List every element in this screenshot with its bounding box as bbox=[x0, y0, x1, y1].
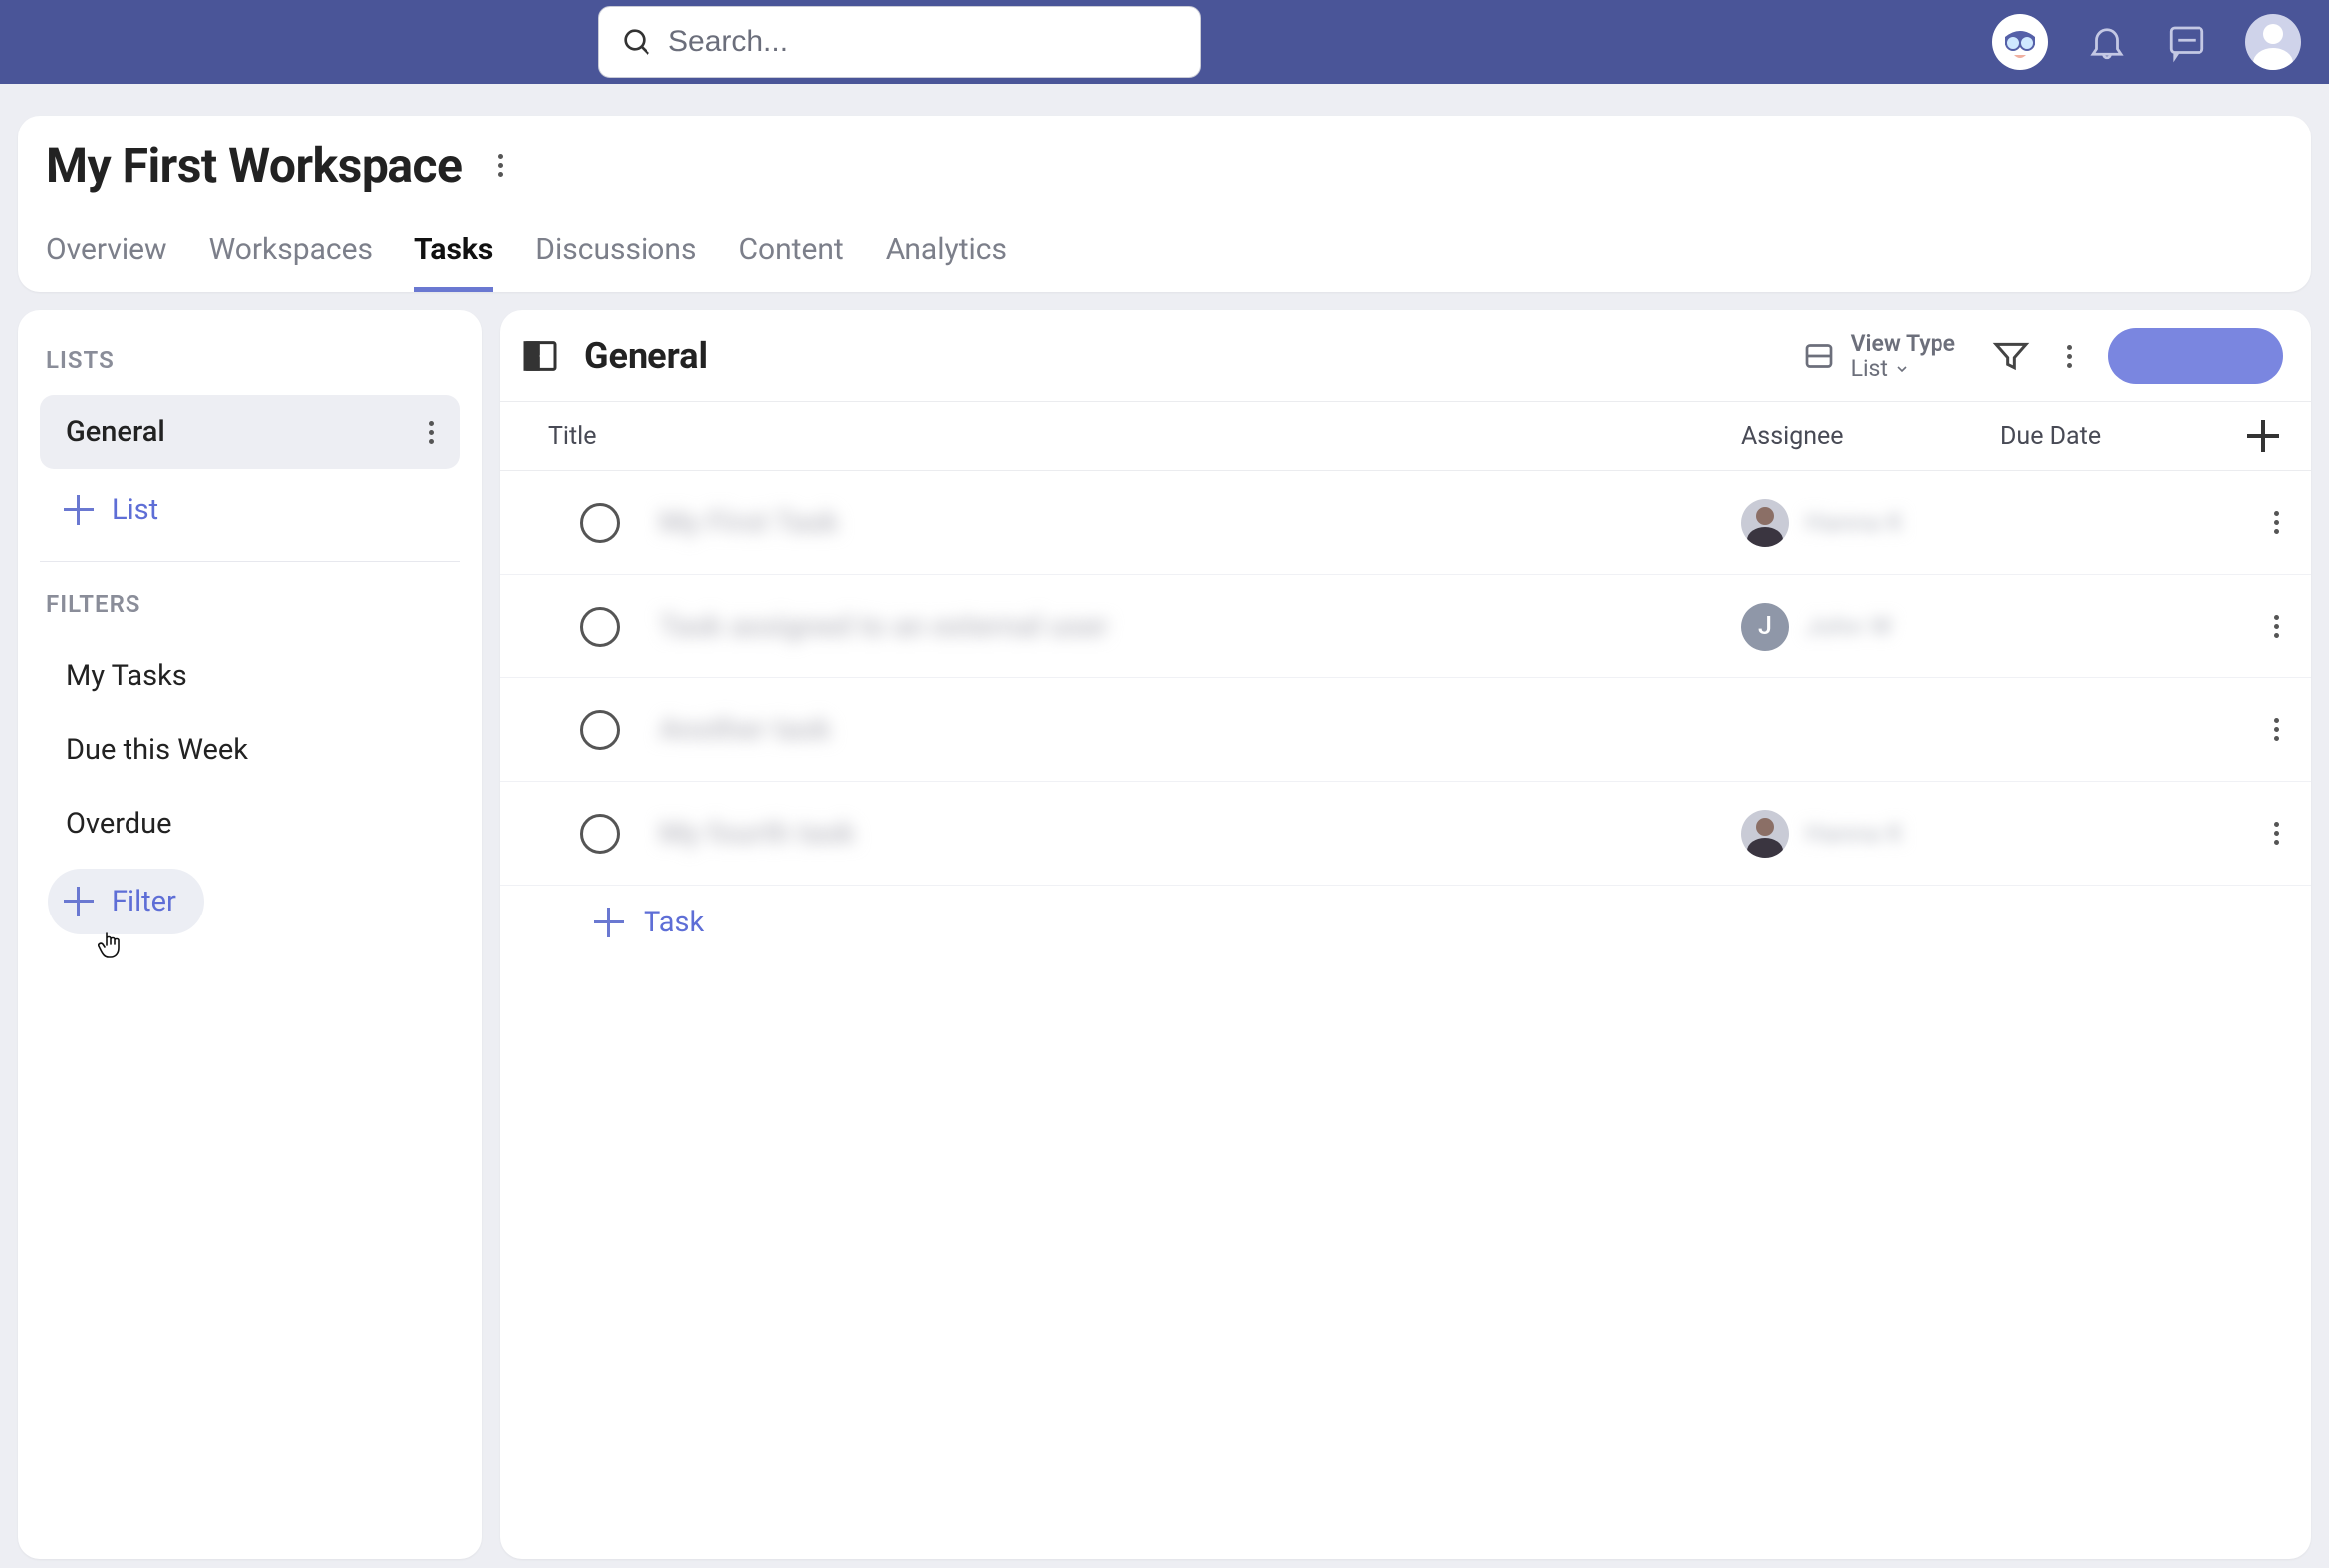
workspace-menu-button[interactable] bbox=[498, 154, 503, 177]
task-table-header: Title Assignee Due Date bbox=[500, 401, 2311, 471]
task-checkbox[interactable] bbox=[580, 607, 620, 647]
list-view-icon bbox=[1801, 338, 1837, 374]
cursor-pointer-icon bbox=[98, 930, 460, 962]
assistant-avatar[interactable] bbox=[1992, 14, 2048, 70]
task-checkbox[interactable] bbox=[580, 710, 620, 750]
plus-icon bbox=[594, 908, 624, 937]
task-row-menu-button[interactable] bbox=[2274, 511, 2279, 534]
assignee-name: Hanna K bbox=[1805, 508, 1903, 538]
column-due-date[interactable]: Due Date bbox=[2000, 422, 2219, 451]
assignee-avatar: J bbox=[1741, 603, 1789, 651]
sidebar-divider bbox=[40, 561, 460, 562]
add-task-label: Task bbox=[644, 906, 704, 939]
add-list-label: List bbox=[112, 493, 158, 527]
task-row[interactable]: My First Task Hanna K bbox=[500, 471, 2311, 575]
filter-icon[interactable] bbox=[1991, 336, 2031, 376]
sidebar-filter-overdue[interactable]: Overdue bbox=[40, 787, 460, 861]
bell-icon[interactable] bbox=[2086, 21, 2128, 63]
user-avatar[interactable] bbox=[2245, 14, 2301, 70]
chevron-down-icon bbox=[1894, 361, 1910, 377]
content-title: General bbox=[584, 335, 708, 377]
add-column-button[interactable] bbox=[2219, 420, 2279, 452]
plus-icon bbox=[64, 495, 94, 525]
sidebar-list-general[interactable]: General bbox=[40, 395, 460, 469]
plus-icon bbox=[2247, 420, 2279, 452]
tab-analytics[interactable]: Analytics bbox=[886, 232, 1007, 292]
task-assignee-cell[interactable]: Hanna K bbox=[1741, 499, 2000, 547]
add-list-button[interactable]: List bbox=[48, 477, 174, 543]
view-type-value: List bbox=[1851, 356, 1888, 381]
add-filter-button[interactable]: Filter bbox=[48, 869, 204, 934]
task-row[interactable]: My fourth task Hanna K bbox=[500, 782, 2311, 886]
lists-heading: LISTS bbox=[46, 346, 460, 374]
task-title: Another task bbox=[659, 712, 831, 747]
sidebar-filter-due-this-week[interactable]: Due this Week bbox=[40, 713, 460, 787]
task-checkbox[interactable] bbox=[580, 503, 620, 543]
content-panel: General View Type List bbox=[500, 310, 2311, 1559]
task-title: My fourth task bbox=[659, 816, 855, 851]
assignee-name: John W bbox=[1805, 612, 1892, 642]
assignee-avatar bbox=[1741, 810, 1789, 858]
list-item-menu-button[interactable] bbox=[429, 421, 434, 444]
workspace-header: My First Workspace Overview Workspaces Tas… bbox=[18, 116, 2311, 292]
task-checkbox[interactable] bbox=[580, 814, 620, 854]
task-row[interactable]: Another task bbox=[500, 678, 2311, 782]
topbar bbox=[0, 0, 2329, 84]
sidebar-filter-my-tasks[interactable]: My Tasks bbox=[40, 640, 460, 713]
task-title-cell[interactable]: My fourth task bbox=[659, 816, 1741, 851]
search-input[interactable] bbox=[668, 25, 1178, 59]
assignee-name: Hanna K bbox=[1805, 819, 1903, 849]
task-title-cell[interactable]: My First Task bbox=[659, 505, 1741, 540]
add-filter-label: Filter bbox=[112, 885, 176, 918]
add-task-button[interactable]: Task bbox=[500, 886, 2311, 959]
tab-content[interactable]: Content bbox=[738, 232, 843, 292]
task-row-menu-button[interactable] bbox=[2274, 822, 2279, 845]
content-menu-button[interactable] bbox=[2067, 345, 2072, 368]
tab-tasks[interactable]: Tasks bbox=[414, 232, 493, 292]
view-type-label: View Type bbox=[1851, 331, 1955, 356]
collapse-sidebar-icon[interactable] bbox=[520, 336, 560, 376]
task-title: My First Task bbox=[659, 505, 839, 540]
task-row-menu-button[interactable] bbox=[2274, 615, 2279, 638]
tab-discussions[interactable]: Discussions bbox=[535, 232, 696, 292]
chat-icon[interactable] bbox=[2166, 21, 2207, 63]
task-row[interactable]: Task assigned to an external user J John W bbox=[500, 575, 2311, 678]
view-type-selector[interactable]: View Type List bbox=[1801, 331, 1955, 382]
topbar-right bbox=[1992, 14, 2301, 70]
workspace-tabs: Overview Workspaces Tasks Discussions Conten… bbox=[40, 232, 2289, 292]
sidebar-list-label: General bbox=[66, 415, 165, 449]
task-title-cell[interactable]: Task assigned to an external user bbox=[659, 609, 1741, 644]
task-title-cell[interactable]: Another task bbox=[659, 712, 1741, 747]
assignee-avatar bbox=[1741, 499, 1789, 547]
content-header: General View Type List bbox=[500, 310, 2311, 401]
task-assignee-cell[interactable]: Hanna K bbox=[1741, 810, 2000, 858]
task-title: Task assigned to an external user bbox=[659, 609, 1108, 644]
column-title[interactable]: Title bbox=[548, 422, 1741, 451]
plus-icon bbox=[64, 887, 94, 916]
tab-overview[interactable]: Overview bbox=[46, 232, 167, 292]
column-assignee[interactable]: Assignee bbox=[1741, 422, 2000, 451]
filters-heading: FILTERS bbox=[46, 590, 460, 618]
global-search[interactable] bbox=[598, 6, 1201, 78]
tab-workspaces[interactable]: Workspaces bbox=[209, 232, 373, 292]
search-icon bbox=[621, 26, 652, 58]
primary-action-button[interactable] bbox=[2108, 328, 2283, 384]
task-row-menu-button[interactable] bbox=[2274, 718, 2279, 741]
workspace-title: My First Workspace bbox=[46, 137, 462, 194]
sidebar: LISTS General List FILTERS My TasksDue t… bbox=[18, 310, 482, 1559]
task-assignee-cell[interactable]: J John W bbox=[1741, 603, 2000, 651]
